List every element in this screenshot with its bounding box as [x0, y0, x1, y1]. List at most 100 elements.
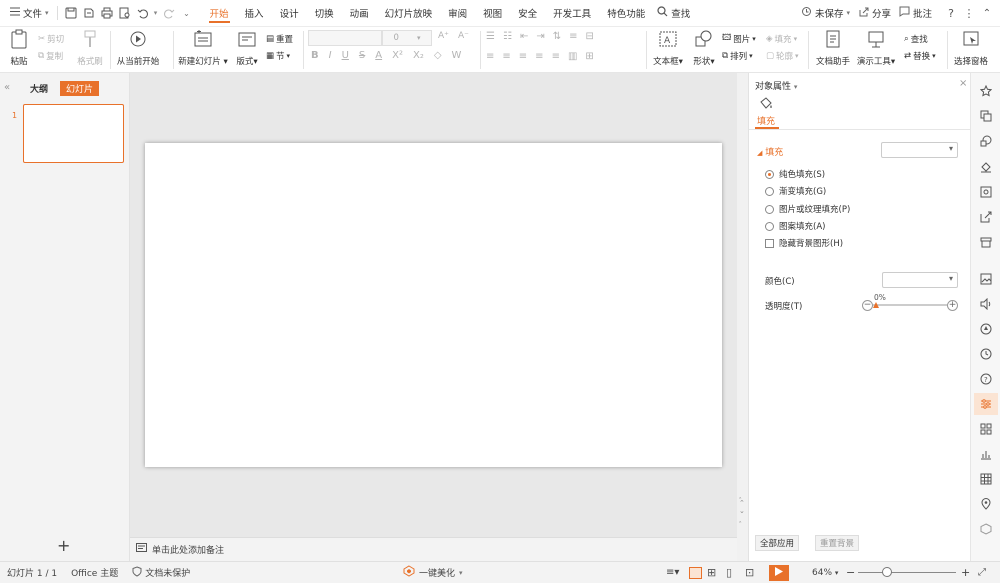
find-button[interactable]: ⌕ 查找 — [904, 31, 936, 46]
close-icon[interactable]: × — [959, 78, 967, 89]
decrease-font-icon[interactable]: A⁻ — [458, 31, 469, 41]
shapes-icon[interactable] — [978, 133, 994, 149]
normal-view-icon[interactable] — [689, 566, 702, 579]
zoom-slider-thumb[interactable] — [882, 567, 892, 577]
font-family-select[interactable] — [308, 30, 382, 46]
layout-button[interactable]: 版式▾ — [233, 29, 261, 67]
reading-view-icon[interactable]: ▯ — [726, 566, 732, 579]
one-click-beautify-button[interactable]: 一键美化 ▾ — [403, 565, 463, 580]
format-painter-button[interactable]: 格式刷 — [76, 29, 104, 67]
slide-thumbnail[interactable] — [23, 104, 124, 163]
transparency-increase-button[interactable]: + — [947, 300, 958, 311]
option-gradient-fill[interactable]: 渐变填充(G) — [765, 185, 826, 197]
section-button[interactable]: ▦ 节 ▾ — [266, 48, 293, 63]
tab-outline[interactable]: 大纲 — [30, 82, 48, 95]
character-spacing-icon[interactable]: W — [452, 50, 462, 61]
strikethrough-icon[interactable]: S — [359, 50, 365, 61]
help-icon[interactable]: ? — [942, 4, 960, 22]
color-dropdown[interactable] — [882, 272, 958, 288]
canvas-scrollbar[interactable]: ‸ ⌃ ⌄ ‸ — [737, 73, 748, 561]
customize-quick-access-icon[interactable]: ⌄ — [178, 4, 196, 22]
reset-background-button[interactable]: 重置背景 — [815, 535, 860, 551]
radio-pattern-fill[interactable] — [765, 221, 774, 231]
tab-animations[interactable]: 动画 — [342, 0, 377, 27]
align-right-icon[interactable]: ≡ — [519, 51, 527, 62]
tab-developer[interactable]: 开发工具 — [545, 0, 599, 27]
slide[interactable] — [145, 143, 722, 467]
paste-button[interactable]: 粘贴 — [6, 29, 32, 67]
align-text-icon[interactable]: ⊟ — [586, 31, 594, 42]
fill-button[interactable]: ◈ 填充 ▾ — [766, 31, 799, 46]
panel-title[interactable]: 对象属性 ▾ — [755, 79, 797, 92]
tab-insert[interactable]: 插入 — [237, 0, 272, 27]
scroll-controls-icon[interactable]: ‸ ⌃ ⌄ ‸ — [739, 491, 745, 523]
unsaved-status-button[interactable]: 未保存 ▾ — [797, 3, 854, 23]
decrease-indent-icon[interactable]: ⇤ — [520, 31, 528, 42]
checkbox-hide-background[interactable] — [765, 238, 774, 248]
fit-to-window-icon[interactable]: ⤢ — [978, 567, 986, 578]
help-circle-icon[interactable]: ? — [978, 371, 994, 387]
new-slide-button[interactable]: 新建幻灯片 ▾ — [177, 29, 229, 67]
bold-icon[interactable]: B — [311, 50, 319, 61]
smart-art-icon[interactable]: ⊞ — [585, 51, 593, 62]
shape-button[interactable]: 形状▾ — [690, 29, 718, 67]
properties-sliders-icon[interactable] — [974, 393, 998, 415]
zoom-out-icon[interactable]: − — [846, 566, 855, 579]
fit-view-icon[interactable]: ⊡ — [745, 566, 754, 579]
picture-button[interactable]: 🖾 图片 ▾ — [722, 31, 756, 46]
option-picture-fill[interactable]: 图片或纹理填充(P) — [765, 203, 850, 215]
notes-toggle-icon[interactable]: ≡▾ — [666, 567, 679, 578]
tab-design[interactable]: 设计 — [272, 0, 307, 27]
line-spacing-icon[interactable]: ≡ — [569, 31, 577, 42]
apps-grid-icon[interactable] — [978, 421, 994, 437]
clear-format-icon[interactable]: ◇ — [434, 50, 442, 61]
save-icon[interactable] — [62, 4, 80, 22]
bullet-list-icon[interactable]: ☰ — [486, 31, 495, 42]
doc-assistant-button[interactable]: 文档助手 — [813, 29, 853, 67]
increase-indent-icon[interactable]: ⇥ — [536, 31, 544, 42]
picture-icon[interactable] — [978, 271, 994, 287]
document-protection-status[interactable]: 文档未保护 — [132, 565, 190, 580]
radio-solid-fill[interactable] — [765, 169, 774, 179]
theme-status[interactable]: Office 主题 — [71, 566, 118, 579]
apply-all-button[interactable]: 全部应用 — [755, 535, 800, 551]
zoom-slider[interactable] — [858, 572, 956, 573]
print-preview-icon[interactable] — [116, 4, 134, 22]
zoom-in-icon[interactable]: + — [961, 566, 970, 579]
search-button[interactable]: 查找 — [653, 3, 694, 23]
sound-icon[interactable] — [978, 296, 994, 312]
cube-icon[interactable] — [978, 521, 994, 537]
select-pane-button[interactable]: 选择窗格 — [951, 29, 991, 67]
option-solid-fill[interactable]: 纯色填充(S) — [765, 168, 825, 180]
tab-special-features[interactable]: 特色功能 — [599, 0, 653, 27]
align-center-icon[interactable]: ≡ — [502, 51, 510, 62]
tab-slides[interactable]: 幻灯片 — [60, 81, 99, 96]
radio-gradient-fill[interactable] — [765, 186, 774, 196]
undo-icon[interactable] — [134, 4, 152, 22]
numbered-list-icon[interactable]: ☷ — [503, 31, 512, 42]
presentation-tools-button[interactable]: 演示工具▾ — [856, 29, 896, 67]
history-icon[interactable] — [978, 346, 994, 362]
font-size-select[interactable]: 0 ▾ — [382, 30, 432, 46]
superscript-icon[interactable]: X² — [392, 50, 403, 61]
tab-view[interactable]: 视图 — [475, 0, 510, 27]
zoom-level[interactable]: 64% ▾ — [812, 568, 838, 578]
justify-icon[interactable]: ≡ — [535, 51, 543, 62]
animation-icon[interactable] — [978, 321, 994, 337]
text-direction-icon[interactable]: ⇅ — [553, 31, 561, 42]
share-button[interactable]: 分享 — [854, 3, 895, 23]
transparency-decrease-button[interactable]: − — [862, 300, 873, 311]
cut-button[interactable]: ✂ 剪切 — [38, 31, 64, 46]
reset-button[interactable]: ▤ 重置 — [266, 31, 293, 46]
copy-button[interactable]: ⧉ 复制 — [38, 48, 64, 63]
tab-transitions[interactable]: 切换 — [307, 0, 342, 27]
file-menu[interactable]: 文件 ▾ — [6, 3, 53, 23]
columns-icon[interactable]: ▥ — [568, 51, 577, 62]
tab-home[interactable]: 开始 — [202, 0, 237, 27]
align-left-icon[interactable]: ≡ — [486, 51, 494, 62]
collapse-panel-icon[interactable]: « — [4, 82, 10, 93]
comment-button[interactable]: 批注 — [895, 3, 936, 23]
increase-font-icon[interactable]: A⁺ — [438, 31, 449, 41]
fill-bucket-icon[interactable] — [978, 159, 994, 175]
collapse-ribbon-icon[interactable]: ⌃ — [978, 4, 996, 22]
